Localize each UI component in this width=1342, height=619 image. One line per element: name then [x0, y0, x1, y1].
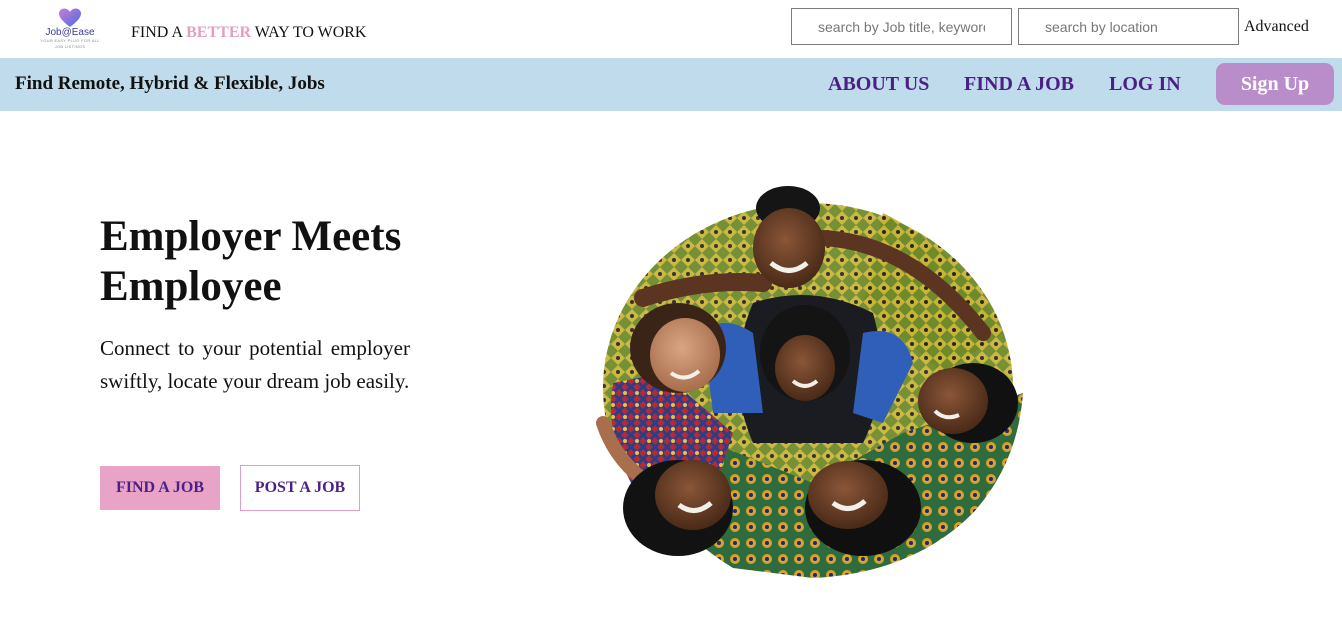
head-left — [630, 303, 726, 393]
head-bottom-left — [623, 460, 733, 556]
hero-description: Connect to your potential employer swift… — [100, 336, 410, 393]
nav-about-us[interactable]: ABOUT US — [828, 73, 929, 96]
logo-text: Job@Ease — [45, 27, 95, 38]
tagline: FIND A BETTER WAY TO WORK — [131, 24, 366, 42]
top-bar: Job@Ease YOUR EASY PLUG FOR ALL JOB LIST… — [0, 0, 1342, 58]
location-search-input[interactable] — [1018, 8, 1239, 45]
heart-logo-icon — [59, 8, 81, 27]
job-search-input[interactable] — [791, 8, 1012, 45]
nav-find-a-job[interactable]: FIND A JOB — [964, 73, 1074, 96]
tagline-suffix: WAY TO WORK — [251, 24, 367, 41]
sign-up-button[interactable]: Sign Up — [1216, 63, 1334, 105]
head-bottom-right — [805, 460, 921, 556]
tagline-prefix: FIND A — [131, 24, 187, 41]
advanced-search-link[interactable]: Advanced — [1244, 18, 1309, 36]
hero-group-photo — [596, 186, 1023, 578]
nav-bar: Find Remote, Hybrid & Flexible, Jobs ABO… — [0, 58, 1342, 111]
head-top — [753, 186, 825, 288]
brand-logo[interactable]: Job@Ease YOUR EASY PLUG FOR ALL JOB LIST… — [38, 8, 102, 50]
head-center — [760, 305, 850, 401]
logo-subtitle: YOUR EASY PLUG FOR ALL JOB LISTINGS — [40, 38, 100, 49]
post-a-job-button[interactable]: POST A JOB — [240, 465, 360, 511]
hero-title: Employer Meets Employee — [100, 213, 402, 310]
find-a-job-button[interactable]: FIND A JOB — [100, 466, 220, 510]
tagline-highlight: BETTER — [186, 24, 252, 41]
nav-log-in[interactable]: LOG IN — [1109, 73, 1181, 96]
nav-title: Find Remote, Hybrid & Flexible, Jobs — [15, 73, 325, 94]
